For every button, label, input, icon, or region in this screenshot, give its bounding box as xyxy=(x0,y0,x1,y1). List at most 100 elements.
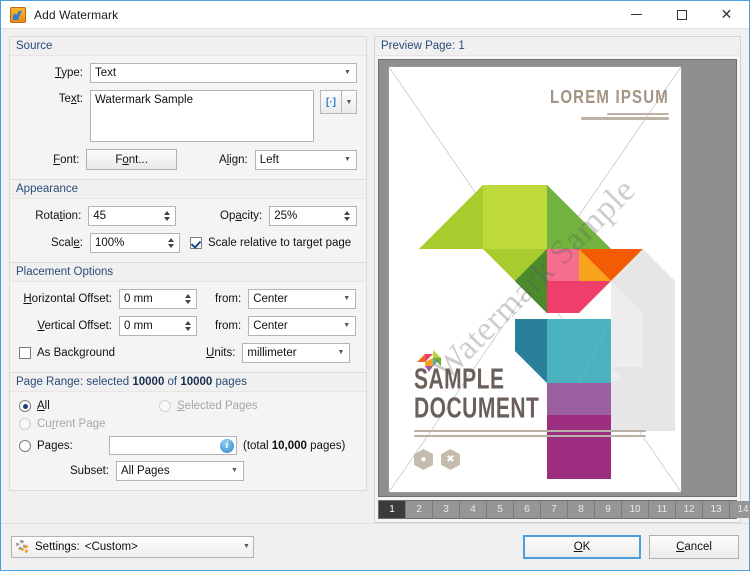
macro-insert-button[interactable]: [·] xyxy=(320,90,342,114)
as-background-checkbox[interactable]: As Background xyxy=(19,347,190,359)
page-thumb[interactable]: 7 xyxy=(541,501,568,518)
placement-group-title: Placement Options xyxy=(10,262,366,282)
scale-relative-checkbox[interactable]: Scale relative to target page xyxy=(190,237,351,249)
page-thumb[interactable]: 6 xyxy=(514,501,541,518)
chevron-down-icon: ▼ xyxy=(344,155,351,163)
document-header-sub xyxy=(550,113,669,120)
page-thumb[interactable]: 5 xyxy=(487,501,514,518)
horizontal-offset-value: 0 mm xyxy=(124,293,153,305)
horizontal-from-label: from: xyxy=(215,293,242,305)
preview-column: Preview Page: 1 LOREM IPSUM SAMPLE DOCUM… xyxy=(374,36,750,523)
subset-value: All Pages xyxy=(121,465,170,477)
radio-current-page[interactable]: Current Page xyxy=(19,418,105,430)
align-select[interactable]: Left ▼ xyxy=(254,149,357,170)
opacity-label: Opacity: xyxy=(220,210,263,222)
font-button[interactable]: Font... xyxy=(86,149,177,170)
page-number-strip: 1 2 3 4 5 6 7 8 9 10 11 12 13 14 xyxy=(379,501,750,518)
opacity-stepper[interactable]: 25% xyxy=(269,206,357,226)
close-icon: ✕ xyxy=(720,6,733,23)
page-range-total-count: 10000 xyxy=(180,376,213,388)
source-group-title: Source xyxy=(10,36,366,56)
scale-value: 100% xyxy=(95,237,125,249)
page-range-title: Page Range: selected 10000 of 10000 page… xyxy=(10,372,366,392)
page-thumb[interactable]: 14 xyxy=(730,501,750,518)
vertical-offset-row: Vertical Offset: 0 mm from: Center ▼ xyxy=(19,316,357,336)
align-value: Left xyxy=(259,153,279,166)
checkbox-icon xyxy=(19,347,31,359)
font-align-row: Font: Font... Align: Left ▼ xyxy=(19,149,357,170)
rotation-label: Rotation: xyxy=(35,210,82,222)
rotation-stepper[interactable]: 45 xyxy=(88,206,177,226)
cancel-button[interactable]: Cancel xyxy=(649,535,739,559)
stepper-arrows-icon[interactable] xyxy=(180,290,195,308)
minimize-icon xyxy=(631,14,642,15)
page-range-suffix: pages xyxy=(212,376,247,388)
chevron-down-icon: ▼ xyxy=(343,322,351,329)
scale-stepper[interactable]: 100% xyxy=(90,233,180,253)
pages-input[interactable]: i xyxy=(109,436,237,455)
vertical-offset-stepper[interactable]: 0 mm xyxy=(119,316,197,336)
type-select[interactable]: Text ▼ xyxy=(90,63,357,83)
app-icon xyxy=(10,6,26,23)
page-thumb[interactable]: 13 xyxy=(703,501,730,518)
type-label: Type: xyxy=(54,67,83,79)
page-thumb[interactable]: 4 xyxy=(460,501,487,518)
vertical-from-value: Center xyxy=(253,320,288,332)
units-select[interactable]: millimeter ▼ xyxy=(242,343,351,363)
maximize-button[interactable] xyxy=(659,1,704,28)
settings-column: Source Type: Text ▼ Text: Watermark Samp… xyxy=(9,36,367,523)
page-thumb[interactable]: 12 xyxy=(676,501,703,518)
scale-row: Scale: 100% Scale relative to target pag… xyxy=(19,233,357,253)
page-range-mid: of xyxy=(164,376,181,388)
document-body-title-2: DOCUMENT xyxy=(414,393,540,425)
title-bar: Add Watermark ✕ xyxy=(1,1,749,29)
preview-title-prefix: Preview Page: xyxy=(381,40,459,52)
chevron-down-icon: ▼ xyxy=(243,543,250,550)
stepper-arrows-icon[interactable] xyxy=(180,317,195,335)
close-button[interactable]: ✕ xyxy=(704,1,749,28)
document-badges: ● ✖ xyxy=(414,449,646,470)
horizontal-from-select[interactable]: Center ▼ xyxy=(248,289,357,309)
text-label: Text: xyxy=(58,93,83,105)
units-value: millimeter xyxy=(247,347,297,359)
preview-stage[interactable]: LOREM IPSUM SAMPLE DOCUMENT ● ✖ Watermar… xyxy=(378,59,737,497)
radio-pages[interactable]: Pages: xyxy=(19,439,109,452)
background-units-row: As Background Units: millimeter ▼ xyxy=(19,343,357,363)
minimize-button[interactable] xyxy=(614,1,659,28)
window-controls: ✕ xyxy=(614,1,749,28)
vertical-from-select[interactable]: Center ▼ xyxy=(248,316,357,336)
chevron-down-icon: ▼ xyxy=(231,467,238,474)
rotation-value: 45 xyxy=(93,210,107,222)
watermark-text-input[interactable]: Watermark Sample xyxy=(90,90,314,142)
stepper-arrows-icon[interactable] xyxy=(159,207,174,225)
scale-relative-label: Scale relative to target page xyxy=(208,237,352,249)
document-header: LOREM IPSUM xyxy=(550,87,669,122)
page-thumb[interactable]: 1 xyxy=(379,501,406,518)
page-thumb[interactable]: 2 xyxy=(406,501,433,518)
page-range-group: Page Range: selected 10000 of 10000 page… xyxy=(9,372,367,491)
all-label: All xyxy=(37,400,50,412)
macro-dropdown-button[interactable]: ▼ xyxy=(342,90,357,114)
horizontal-offset-stepper[interactable]: 0 mm xyxy=(119,289,197,309)
page-thumb[interactable]: 3 xyxy=(433,501,460,518)
info-icon[interactable]: i xyxy=(220,438,234,453)
add-watermark-dialog: Add Watermark ✕ Source Type: Text ▼ Text… xyxy=(0,0,750,571)
page-thumb[interactable]: 9 xyxy=(595,501,622,518)
stepper-arrows-icon[interactable] xyxy=(340,207,355,225)
page-thumb[interactable]: 11 xyxy=(649,501,676,518)
radio-selected-pages[interactable]: Selected Pages xyxy=(159,400,258,412)
radio-all[interactable]: All xyxy=(19,400,159,412)
cancel-button-label: Cancel xyxy=(676,541,712,553)
text-row: Text: Watermark Sample [·] ▼ xyxy=(19,90,357,142)
ok-button[interactable]: OK xyxy=(523,535,641,559)
settings-select[interactable]: Settings: <Custom> ▼ xyxy=(11,536,254,558)
subset-select[interactable]: All Pages ▼ xyxy=(116,461,244,481)
stepper-arrows-icon[interactable] xyxy=(163,234,178,252)
all-row: All Selected Pages xyxy=(19,400,357,412)
page-thumb[interactable]: 8 xyxy=(568,501,595,518)
as-background-label: As Background xyxy=(37,347,115,359)
align-label: Align: xyxy=(218,153,248,166)
type-value: Text xyxy=(95,67,117,79)
page-thumb[interactable]: 10 xyxy=(622,501,649,518)
total-suffix: pages) xyxy=(306,439,346,452)
